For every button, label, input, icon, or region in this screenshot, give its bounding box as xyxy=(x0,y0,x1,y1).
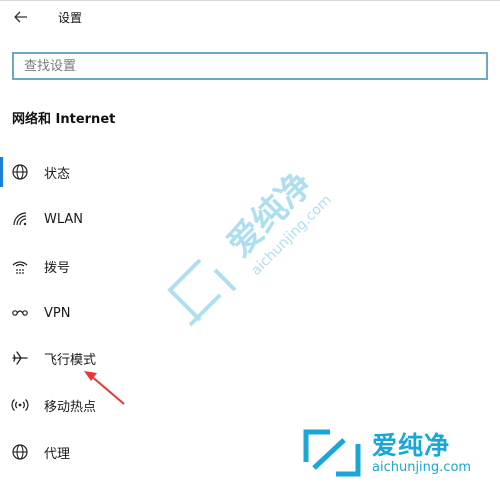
section-title: 网络和 Internet xyxy=(12,112,116,127)
search-box[interactable] xyxy=(12,52,488,80)
globe-icon xyxy=(10,442,30,462)
nav-item-label: 代理 xyxy=(44,446,71,462)
nav-item-label: 移动热点 xyxy=(44,399,97,415)
nav-item-status[interactable]: 状态 xyxy=(0,157,230,187)
search-input[interactable] xyxy=(14,54,486,78)
nav-item-dialup[interactable]: 拨号 xyxy=(0,251,230,281)
back-arrow-icon xyxy=(14,11,27,23)
globe-icon xyxy=(10,162,30,182)
nav-item-airplane-mode[interactable]: 飞行模式 xyxy=(0,343,230,373)
nav-item-label: 状态 xyxy=(44,166,71,182)
dialup-icon xyxy=(10,256,30,276)
hotspot-icon xyxy=(10,395,30,415)
nav-item-label: VPN xyxy=(44,305,71,321)
watermark-url: aichunjing.com xyxy=(248,192,335,279)
watermark-url-text: aichunjing.com xyxy=(372,460,472,475)
wifi-icon xyxy=(10,209,30,229)
brand-logo-icon xyxy=(303,429,361,477)
airplane-icon xyxy=(10,348,30,368)
nav-item-label: 飞行模式 xyxy=(44,352,97,368)
window-title: 设置 xyxy=(58,11,83,25)
nav-item-vpn[interactable]: VPN xyxy=(0,298,230,328)
vpn-icon xyxy=(10,303,30,323)
nav-item-label: WLAN xyxy=(44,211,84,227)
nav-item-proxy[interactable]: 代理 xyxy=(0,437,230,467)
nav-item-wlan[interactable]: WLAN xyxy=(0,204,230,234)
watermark-brand-badge: 爱纯净 aichunjing.com xyxy=(300,428,495,482)
nav-item-label: 拨号 xyxy=(44,260,71,276)
watermark-brand: 爱纯净 xyxy=(220,164,320,264)
title-bar: 设置 xyxy=(0,0,500,34)
back-button[interactable] xyxy=(10,6,32,28)
watermark-brand-text: 爱纯净 xyxy=(372,431,451,460)
nav-item-mobile-hotspot[interactable]: 移动热点 xyxy=(0,390,230,420)
